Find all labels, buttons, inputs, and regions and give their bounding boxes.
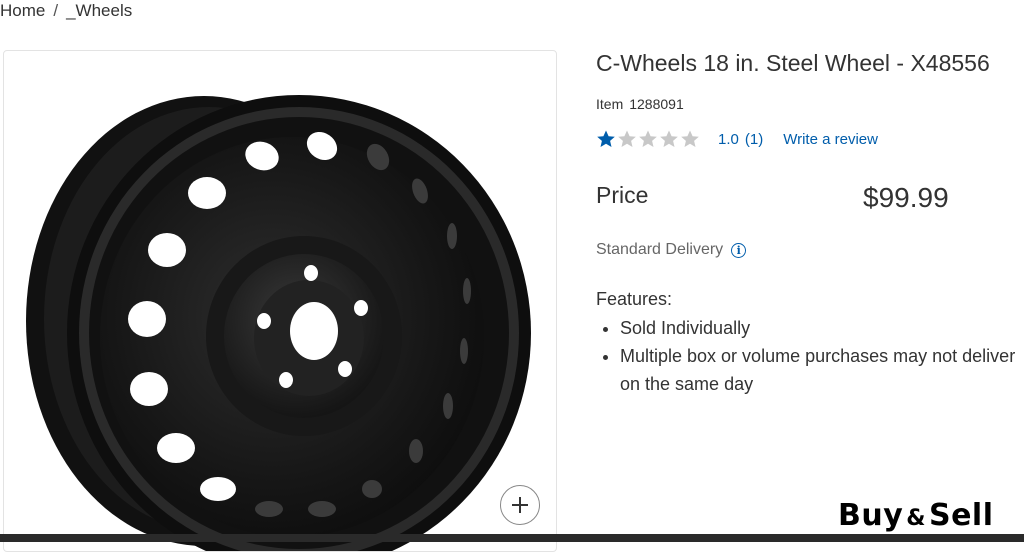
feature-item: Multiple box or volume purchases may not… [620,342,1016,398]
item-number: Item 1288091 [596,96,684,112]
features-list: Sold Individually Multiple box or volume… [596,314,1016,398]
plus-icon [512,497,528,513]
watermark-word-sell: Sell [928,498,994,533]
watermark-ampersand: & [906,506,926,531]
item-number-value: 1288091 [629,96,684,112]
feature-item: Sold Individually [620,314,1016,342]
delivery-info: Standard Delivery i [596,241,747,259]
zoom-button[interactable] [500,485,540,525]
product-title: C-Wheels 18 in. Steel Wheel - X48556 [596,50,990,76]
price-value: $99.99 [863,182,949,213]
price-label: Price [596,182,649,208]
star-icon [681,130,699,147]
breadcrumb-separator: / [53,1,59,20]
star-icon [618,130,636,147]
bottom-bar [0,534,1024,542]
item-label: Item [596,96,624,112]
star-icon [639,130,657,147]
rating-row: 1.0 (1) Write a review [596,129,878,149]
rating-value[interactable]: 1.0 [718,131,739,148]
info-icon[interactable]: i [731,242,747,258]
delivery-label: Standard Delivery [596,241,724,258]
product-image-container[interactable] [3,50,557,552]
watermark-word-buy: Buy [838,498,904,533]
buy-and-sell-watermark: Buy & Sell [838,498,994,533]
breadcrumb-home-link[interactable]: Home [0,1,45,21]
breadcrumb-category-link[interactable]: _Wheels [66,1,132,21]
features-label: Features: [596,289,673,309]
star-icon [597,130,615,147]
features-section: Features: Sold Individually Multiple box… [596,289,1016,398]
product-image-steel-wheel [26,95,531,551]
star-icon [660,130,678,147]
breadcrumb: Home / _Wheels [0,0,132,22]
star-rating[interactable] [596,129,700,149]
rating-count[interactable]: (1) [745,131,763,148]
write-review-link[interactable]: Write a review [783,131,878,148]
